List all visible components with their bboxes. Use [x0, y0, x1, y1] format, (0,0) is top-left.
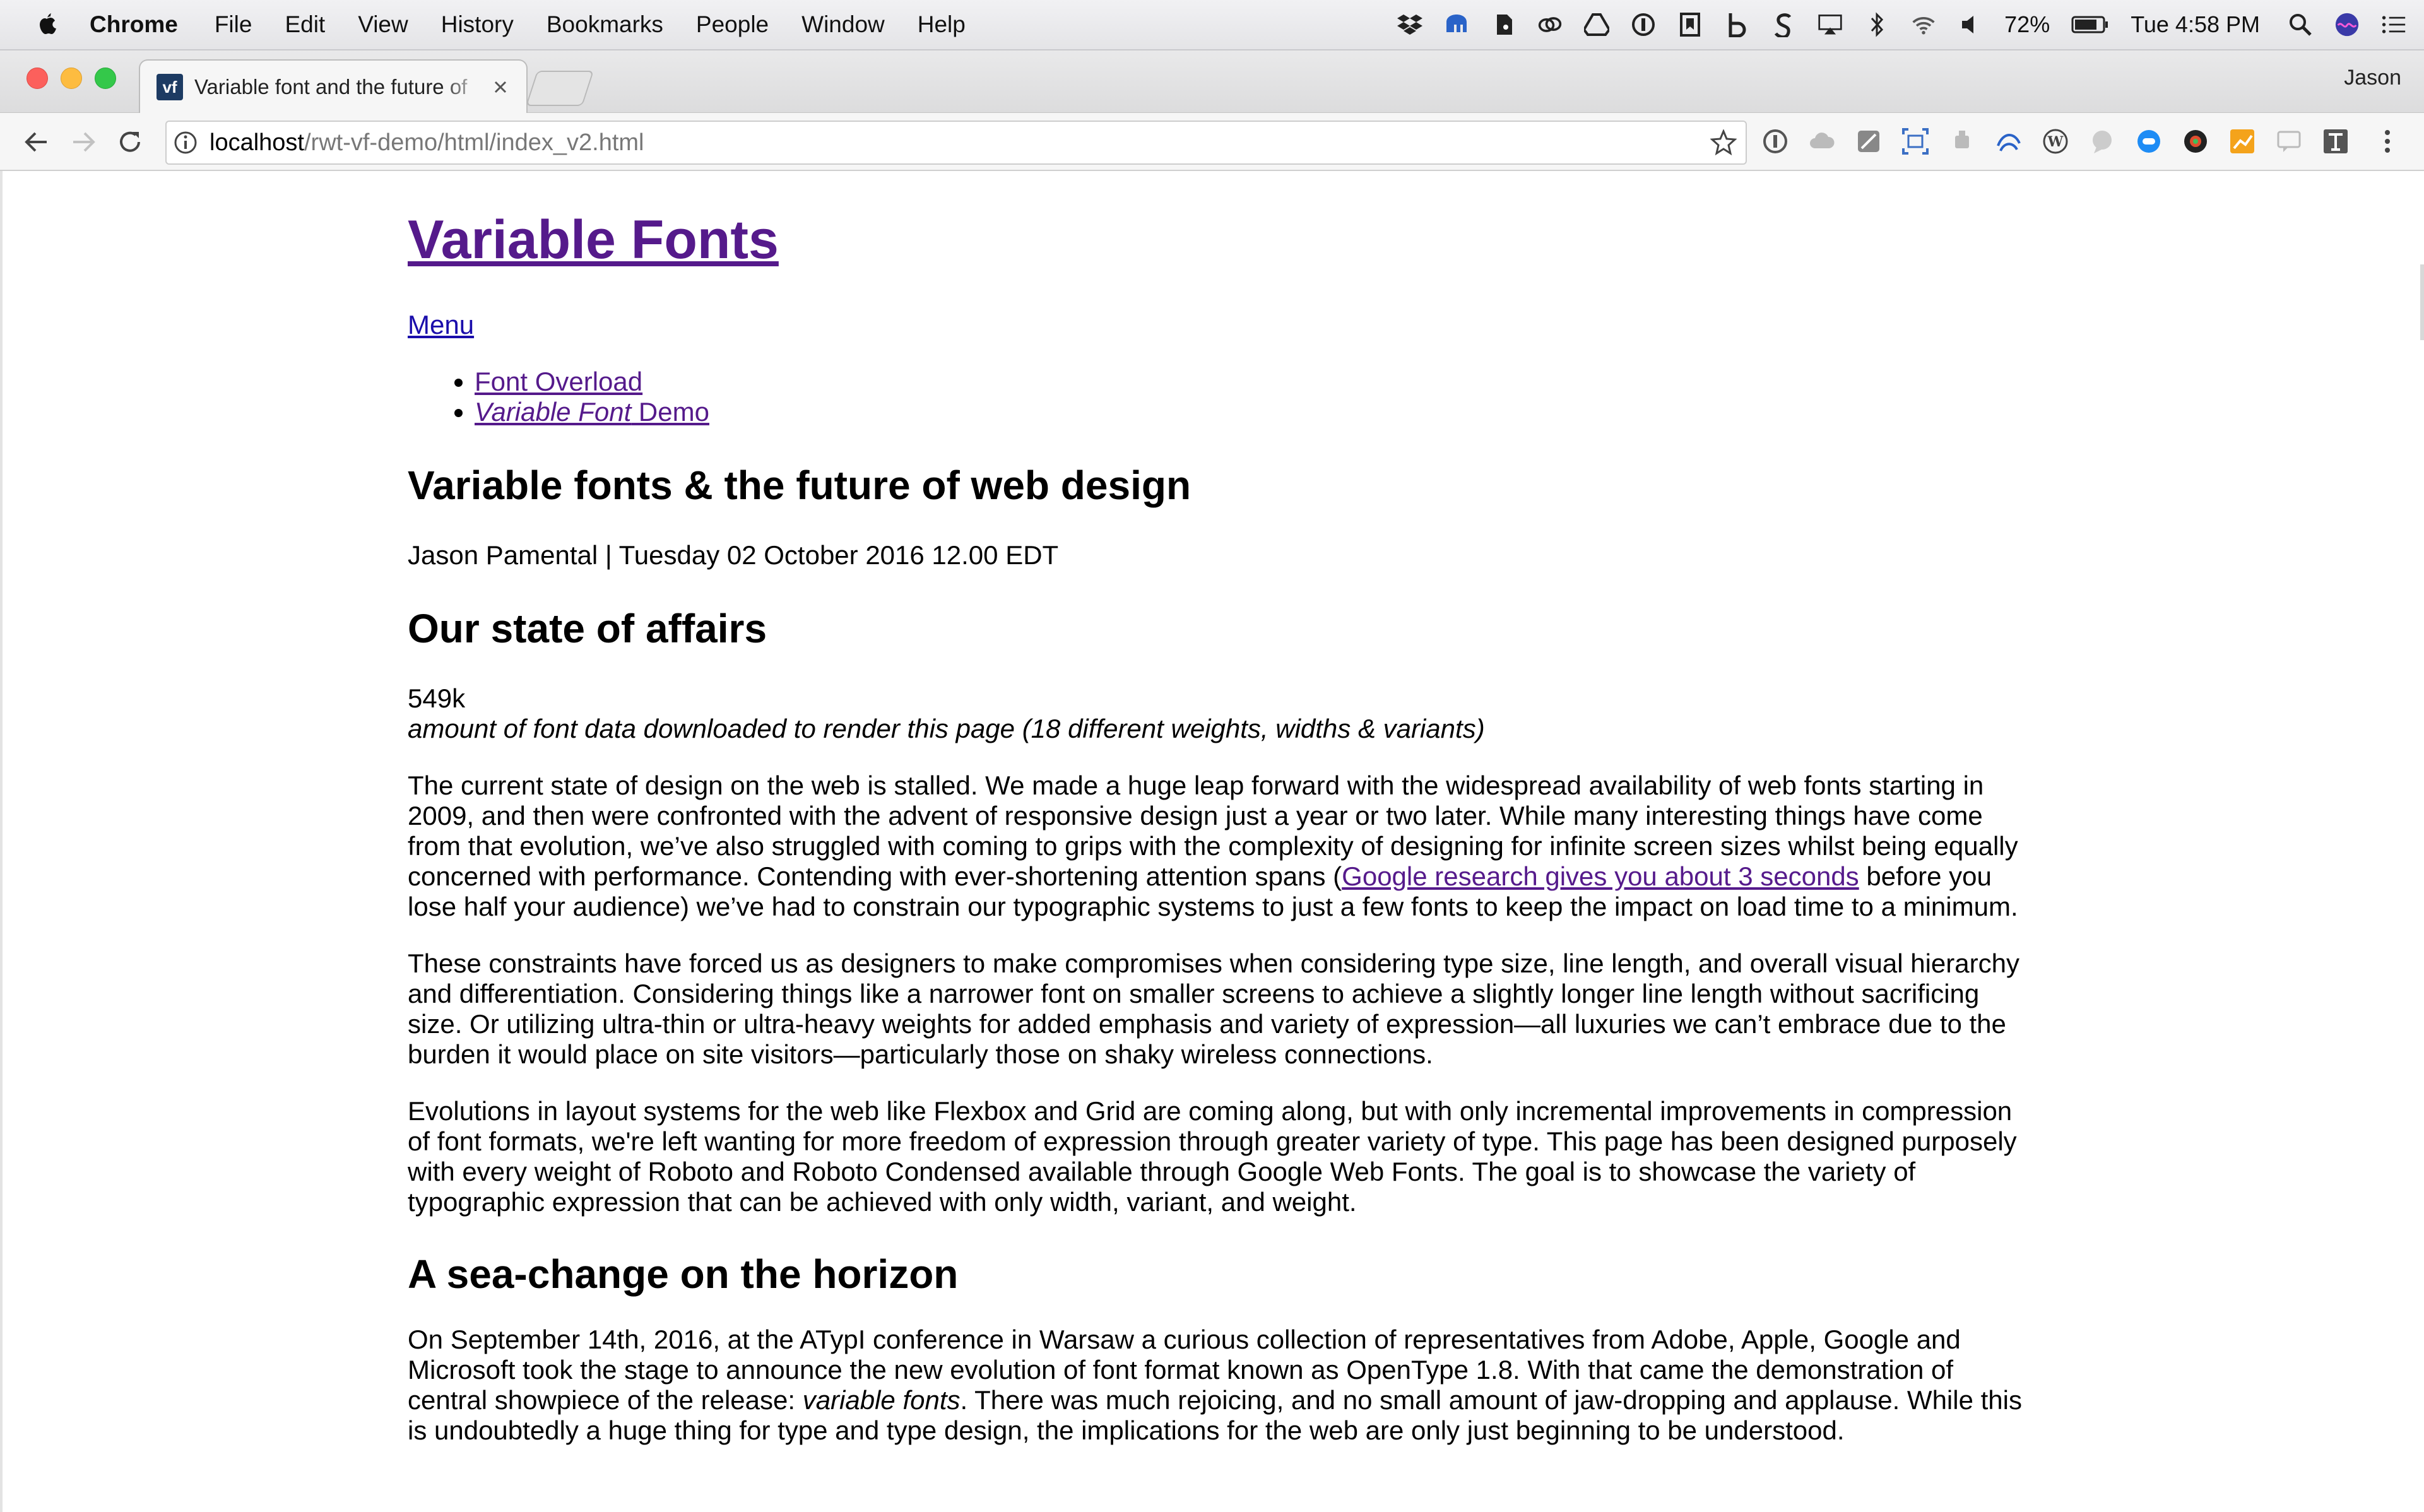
status-area: 72% Tue 4:58 PM	[1397, 0, 2424, 49]
messenger-extension-icon[interactable]	[2134, 127, 2163, 156]
evernote-icon[interactable]	[1491, 12, 1516, 37]
menu-link[interactable]: Menu	[408, 310, 474, 340]
browser-tab-active[interactable]: vf Variable font and the future of	[139, 59, 528, 114]
menu-window[interactable]: Window	[801, 11, 885, 38]
browser-toolbar: localhost/rwt-vf-demo/html/index_v2.html…	[0, 113, 2424, 171]
tab-close-icon[interactable]	[491, 78, 510, 97]
airplay-icon[interactable]	[1818, 12, 1843, 37]
spotlight-search-icon[interactable]	[2288, 12, 2313, 37]
battery-icon[interactable]	[2071, 12, 2109, 37]
robot-extension-icon[interactable]	[1948, 127, 1977, 156]
stat-caption-text: amount of font data downloaded to render…	[408, 713, 1485, 743]
favicon-icon: vf	[157, 74, 183, 100]
site-title: Variable Fonts	[408, 208, 2036, 273]
reload-icon[interactable]	[116, 128, 144, 156]
message-extension-icon[interactable]	[2274, 127, 2303, 156]
volume-icon[interactable]	[1958, 12, 1983, 37]
site-title-link[interactable]: Variable Fonts	[408, 210, 779, 270]
google-drive-icon[interactable]	[1584, 12, 1610, 37]
dropbox-icon[interactable]	[1397, 12, 1423, 37]
menu-edit[interactable]: Edit	[285, 11, 325, 38]
site-nav-list: Font Overload Variable Font Demo	[408, 367, 2036, 427]
article-content: Variable Fonts Menu Font Overload Variab…	[408, 171, 2036, 1446]
nav-link-font-overload[interactable]: Font Overload	[475, 367, 642, 396]
stat-caption: amount of font data downloaded to render…	[408, 714, 2036, 744]
menu-help[interactable]: Help	[918, 11, 966, 38]
paragraph-1: The current state of design on the web i…	[408, 771, 2036, 922]
section-heading-state-of-affairs: Our state of affairs	[408, 605, 767, 651]
wordpress-extension-icon[interactable]: W	[2041, 127, 2070, 156]
screenshot-extension-icon[interactable]	[1901, 127, 1930, 156]
window-close-button[interactable]	[27, 68, 48, 89]
cloud-extension-icon[interactable]	[1807, 127, 1836, 156]
bluetooth-icon[interactable]	[1864, 12, 1889, 37]
apple-icon[interactable]	[33, 10, 58, 39]
menu-file[interactable]: File	[215, 11, 252, 38]
font-data-stat: 549k amount of font data downloaded to r…	[408, 683, 2036, 744]
bartender-icon[interactable]	[1724, 12, 1749, 37]
wave-extension-icon[interactable]	[1994, 127, 2023, 156]
page-scrollbar[interactable]	[2420, 264, 2424, 340]
bookmark-star-icon[interactable]	[1710, 129, 1737, 156]
chrome-menu-icon[interactable]	[2373, 127, 2402, 156]
article-byline: Jason Pamental | Tuesday 02 October 2016…	[408, 540, 1059, 570]
svg-text:W: W	[2047, 134, 2064, 150]
notification-center-icon[interactable]	[2381, 12, 2406, 37]
paragraph-2: These constraints have forced us as desi…	[408, 948, 2019, 1069]
menubar-clock[interactable]: Tue 4:58 PM	[2131, 11, 2260, 38]
siri-icon[interactable]	[2334, 12, 2360, 37]
tab-title: Variable font and the future of	[194, 75, 468, 98]
nav-link-variable-font-demo[interactable]: Variable Font Demo	[475, 397, 709, 427]
nav-item: Font Overload	[475, 367, 2036, 397]
nav-item: Variable Font Demo	[475, 397, 2036, 427]
type-tester-extension-icon[interactable]	[2321, 127, 2350, 156]
menu-app-chrome[interactable]: Chrome	[90, 11, 178, 38]
site-info-icon[interactable]	[173, 130, 198, 155]
forward-arrow-icon[interactable]	[69, 128, 97, 156]
stat-value: 549k	[408, 683, 466, 713]
nav-link-em: Variable Font	[475, 396, 632, 427]
paragraph-4-em: variable fonts	[802, 1385, 961, 1415]
color-picker-extension-icon[interactable]	[2181, 127, 2210, 156]
browser-titlebar: vf Variable font and the future of Jason	[0, 50, 2424, 114]
battery-percent: 72%	[2004, 11, 2050, 37]
sync-icon[interactable]	[1771, 12, 1796, 37]
new-tab-button[interactable]	[525, 71, 594, 106]
nav-link-rest: Demo	[631, 396, 709, 427]
profile-name[interactable]: Jason	[2344, 66, 2401, 90]
url-host: localhost	[210, 129, 304, 156]
section-heading-sea-change: A sea-change on the horizon	[408, 1251, 959, 1297]
address-bar[interactable]: localhost/rwt-vf-demo/html/index_v2.html	[165, 121, 1747, 165]
window-minimize-button[interactable]	[61, 68, 82, 89]
onepassword-icon[interactable]	[1631, 12, 1656, 37]
onepassword-extension-icon[interactable]	[1761, 127, 1790, 156]
url-path: /rwt-vf-demo/html/index_v2.html	[304, 129, 644, 156]
bookmark-app-icon[interactable]	[1677, 12, 1703, 37]
window-maximize-button[interactable]	[95, 68, 116, 89]
menu-history[interactable]: History	[441, 11, 514, 38]
notes-extension-icon[interactable]	[1854, 127, 1883, 156]
menu-people[interactable]: People	[696, 11, 769, 38]
menu-toggle: Menu	[408, 309, 2036, 341]
paragraph-3: Evolutions in layout systems for the web…	[408, 1096, 2017, 1217]
elephant-icon[interactable]	[1444, 12, 1469, 37]
menu-view[interactable]: View	[358, 11, 408, 38]
chat-extension-icon[interactable]	[2088, 127, 2117, 156]
google-research-link[interactable]: Google research gives you about 3 second…	[1342, 861, 1859, 891]
creative-cloud-icon[interactable]	[1537, 12, 1563, 37]
web-page-viewport: Variable Fonts Menu Font Overload Variab…	[0, 171, 2424, 1512]
article-title: Variable fonts & the future of web desig…	[408, 462, 1191, 508]
menu-bookmarks[interactable]: Bookmarks	[547, 11, 663, 38]
wifi-icon[interactable]	[1911, 12, 1936, 37]
paragraph-4: On September 14th, 2016, at the ATypI co…	[408, 1325, 2036, 1446]
analytics-extension-icon[interactable]	[2228, 127, 2257, 156]
macos-menubar: Chrome File Edit View History Bookmarks …	[0, 0, 2424, 50]
back-arrow-icon[interactable]	[23, 128, 50, 156]
